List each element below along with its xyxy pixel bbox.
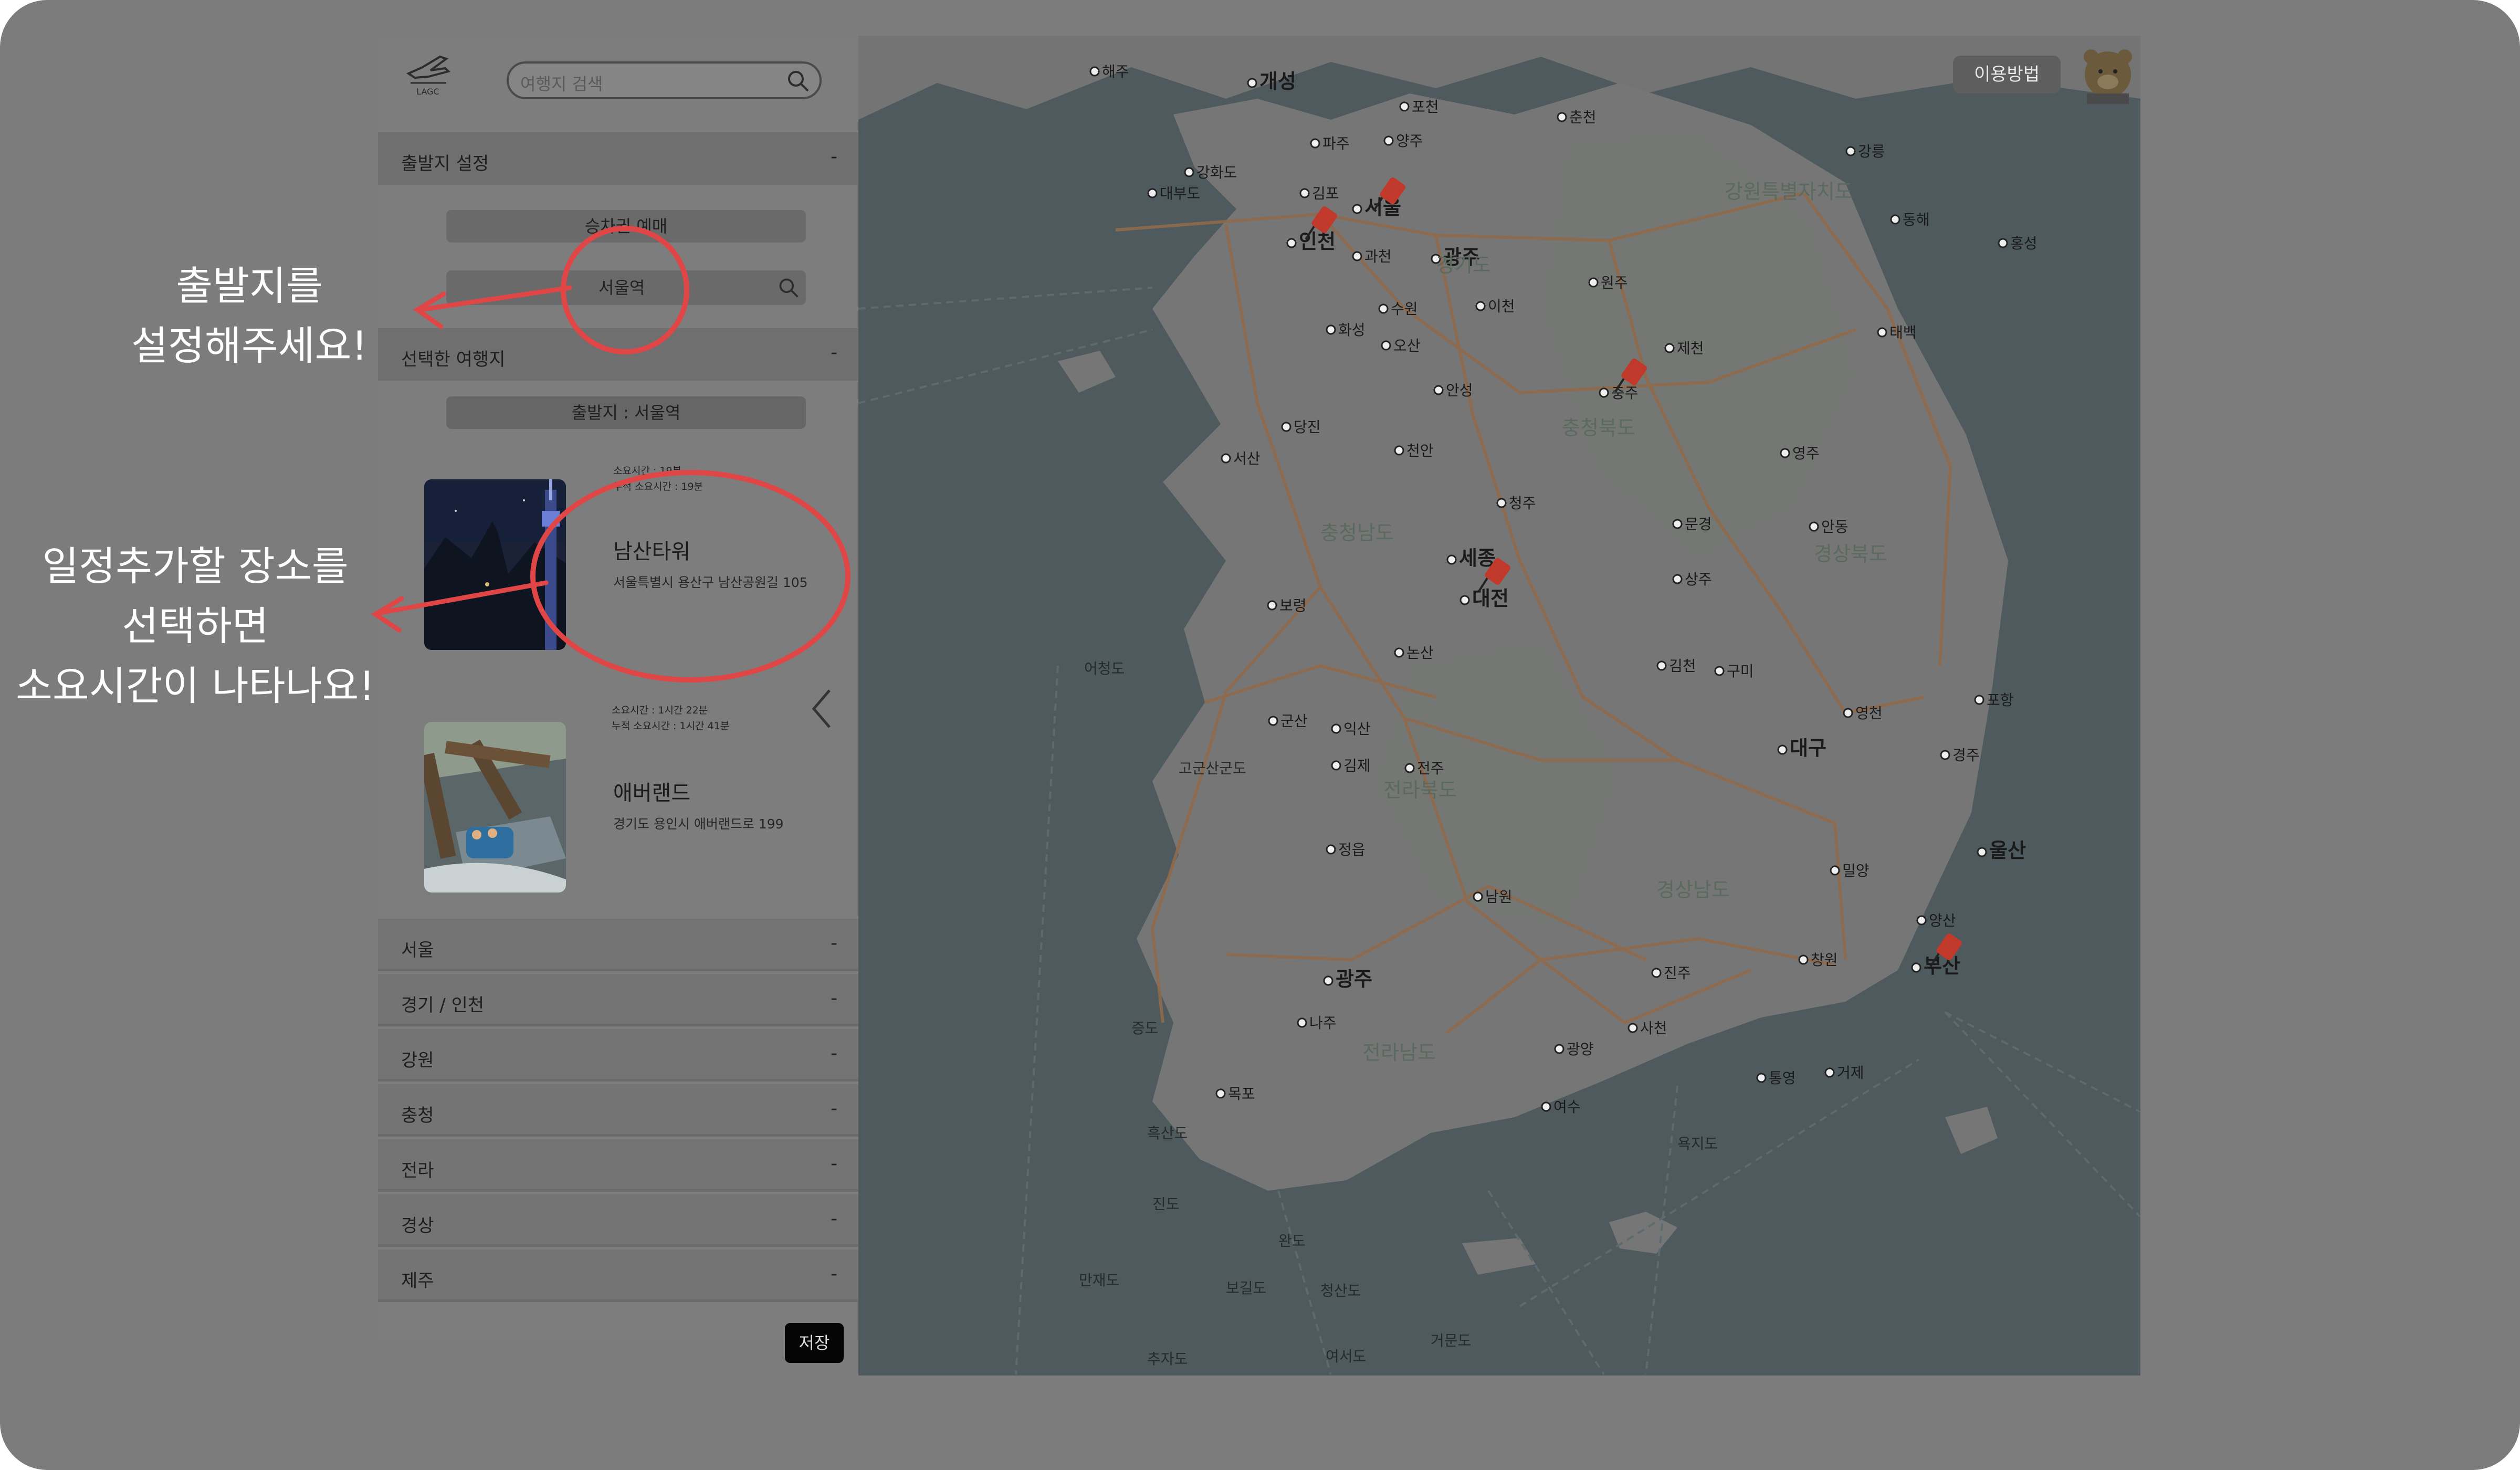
place-hint: 일정추가할 장소를 선택하면 소요시간이 나타나요! [16, 537, 375, 716]
departure-hint-line-1: 출발지를 [176, 262, 323, 309]
place-hint-line-3: 소요시간이 나타나요! [16, 663, 375, 709]
place-hint-line-1: 일정추가할 장소를 [42, 543, 349, 590]
place-hint-line-2: 선택하면 [122, 603, 269, 649]
annotation-arrows [371, 285, 572, 633]
departure-hint: 출발지를 설정해주세요! [131, 256, 368, 376]
departure-hint-line-2: 설정해주세요! [131, 322, 368, 369]
screen-overlay: LAGC 여행지 검색 출발지 설정 - 승차권 예매 서울역 선택한 여행지 … [0, 0, 2520, 1470]
